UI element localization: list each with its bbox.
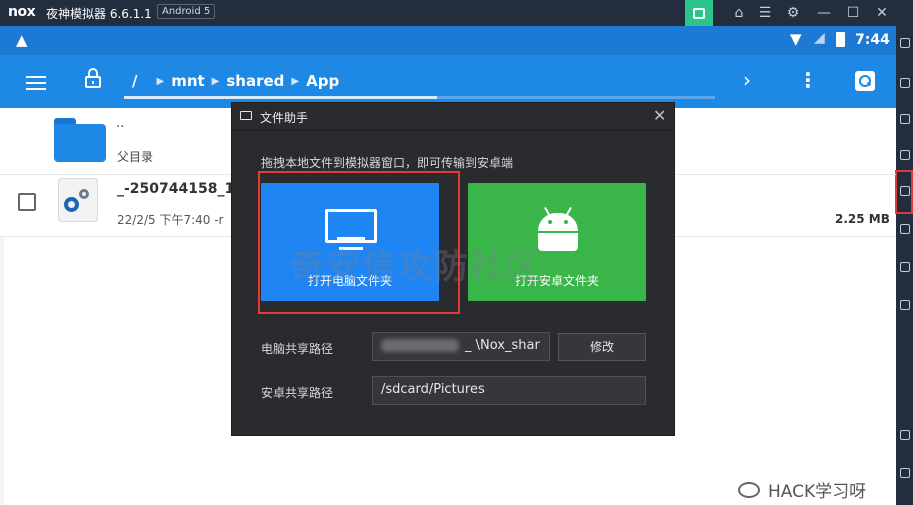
pc-share-path-label: 电脑共享路径 — [261, 342, 334, 356]
signal-icon: ◢ — [814, 30, 825, 46]
file-name: _-250744158_1( — [117, 181, 241, 197]
dialog-title: 文件助手 — [260, 111, 309, 125]
wechat-icon — [738, 481, 760, 498]
dialog-hint: 拖拽本地文件到模拟器窗口，即可传输到安卓端 — [261, 156, 514, 170]
hamburger-menu-icon[interactable] — [26, 76, 46, 94]
home-icon[interactable] — [900, 468, 910, 478]
pc-share-path-field[interactable]: _ \Nox_shar — [372, 332, 550, 361]
search-icon[interactable] — [855, 71, 875, 91]
breadcrumb: / ▶ mnt ▶ shared ▶ App — [132, 72, 339, 90]
menu-icon: ☰ — [758, 5, 772, 21]
parent-dots: .. — [116, 116, 125, 131]
emulator-titlebar: nox 夜神模拟器 6.6.1.1 Android 5 ⌂ ☰ ⚙ — ☐ ✕ — [0, 0, 913, 26]
bottom-watermark: HACK学习呀 — [738, 477, 866, 502]
lock-icon[interactable] — [85, 68, 101, 88]
android-share-path-value: /sdcard/Pictures — [381, 382, 485, 397]
breadcrumb-mnt[interactable]: mnt — [171, 72, 204, 90]
chevron-right-icon: ▶ — [211, 75, 220, 87]
dialog-header: 文件助手 ✕ — [232, 103, 674, 131]
location-icon[interactable] — [900, 300, 910, 310]
fullscreen-icon[interactable] — [900, 38, 910, 48]
android-share-path-field[interactable]: /sdcard/Pictures — [372, 376, 646, 405]
record-icon[interactable] — [900, 114, 910, 124]
maximize-icon: ☐ — [846, 5, 860, 21]
monitor-small-icon — [240, 111, 252, 120]
breadcrumb-shared[interactable]: shared — [226, 72, 284, 90]
emulator-window: nox 夜神模拟器 6.6.1.1 Android 5 ⌂ ☰ ⚙ — ☐ ✕ — [0, 0, 913, 505]
close-icon: ✕ — [876, 5, 888, 21]
shake-icon[interactable] — [900, 262, 910, 272]
parent-directory-label: 父目录 — [117, 150, 154, 164]
status-time: 7:44 — [855, 32, 890, 48]
redacted-path-blur — [381, 339, 459, 352]
apk-file-icon — [58, 178, 98, 222]
screenshot-icon[interactable] — [900, 78, 910, 88]
file-checkbox[interactable] — [18, 193, 36, 211]
file-meta: 22/2/5 下午7:40 -r — [117, 213, 224, 227]
file-size: 2.25 MB — [835, 212, 890, 226]
annotation-highlight-box — [258, 171, 460, 314]
watermark-text: HACK学习呀 — [768, 482, 867, 502]
battery-icon — [836, 32, 845, 47]
emulator-title: 夜神模拟器 6.6.1.1 — [46, 7, 152, 21]
chevron-right-icon: ▶ — [156, 75, 165, 87]
warning-icon: ▲ — [16, 31, 28, 49]
file-manager-appbar: / ▶ mnt ▶ shared ▶ App › ⋮ — [0, 55, 896, 108]
shirt-icon: ⌂ — [734, 5, 744, 21]
minimize-icon: — — [817, 5, 831, 21]
forward-arrow-icon[interactable]: › — [743, 68, 751, 92]
pc-share-path-value: _ \Nox_shar — [465, 338, 540, 353]
dialog-close-icon[interactable]: ✕ — [653, 106, 666, 125]
wifi-icon: ▼ — [790, 30, 802, 48]
android-version-badge: Android 5 — [157, 4, 216, 19]
android-status-bar: ▲ ▼ ◢ 7:44 — [0, 26, 896, 55]
loading-progress-fill — [124, 96, 438, 99]
breadcrumb-app[interactable]: App — [306, 72, 339, 90]
minimize-button[interactable]: — — [811, 0, 837, 26]
folder-icon — [54, 118, 106, 162]
sync-icon — [693, 7, 705, 19]
theme-button[interactable]: ⌂ — [726, 0, 752, 26]
more-options-icon[interactable]: ⋮ — [798, 68, 818, 92]
back-icon[interactable] — [900, 430, 910, 440]
nox-logo: nox — [8, 4, 36, 20]
apk-install-icon[interactable] — [900, 224, 910, 234]
modify-button[interactable]: 修改 — [558, 333, 646, 361]
volume-icon[interactable] — [900, 150, 910, 160]
menu-button[interactable]: ☰ — [752, 0, 778, 26]
breadcrumb-root[interactable]: / — [132, 72, 137, 90]
close-window-button[interactable]: ✕ — [869, 0, 895, 26]
sync-button[interactable] — [685, 0, 713, 26]
android-share-path-label: 安卓共享路径 — [261, 386, 334, 400]
maximize-button[interactable]: ☐ — [840, 0, 866, 26]
emulator-side-toolbar — [896, 26, 913, 505]
list-edge — [0, 237, 4, 505]
settings-button[interactable]: ⚙ — [780, 0, 806, 26]
loading-progress-bar — [124, 96, 715, 99]
gear-icon: ⚙ — [786, 5, 800, 21]
file-assistant-highlight — [895, 170, 913, 214]
chevron-right-icon: ▶ — [291, 75, 300, 87]
